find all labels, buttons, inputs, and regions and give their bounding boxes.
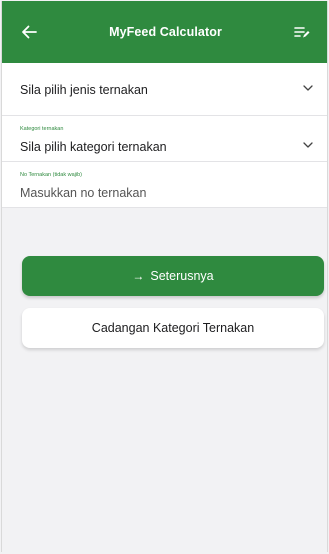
app-bar: MyFeed Calculator (2, 1, 327, 63)
livestock-category-label: Kategori ternakan (20, 126, 64, 132)
livestock-number-label: No Ternakan (tidak wajib) (20, 172, 82, 178)
chevron-down-icon (303, 85, 313, 91)
arrow-right-icon: → (132, 269, 145, 283)
next-button-label: Seterusnya (150, 269, 214, 283)
livestock-type-value: Sila pilih jenis ternakan (20, 83, 148, 97)
chevron-down-icon (303, 142, 313, 148)
livestock-type-dropdown[interactable]: Sila pilih jenis ternakan (2, 63, 327, 116)
livestock-category-value: Sila pilih kategori ternakan (20, 140, 167, 154)
back-button[interactable] (18, 21, 40, 43)
arrow-left-icon (22, 25, 37, 39)
livestock-category-dropdown[interactable]: Kategori ternakan Sila pilih kategori te… (2, 116, 327, 162)
menu-button[interactable] (291, 21, 313, 43)
livestock-number-field[interactable]: No Ternakan (tidak wajib) Masukkan no te… (2, 162, 327, 208)
app-screen: MyFeed Calculator Sila pilih jenis terna… (1, 1, 328, 552)
livestock-number-input[interactable]: Masukkan no ternakan (20, 186, 146, 200)
list-edit-icon (294, 27, 310, 38)
next-button[interactable]: → Seterusnya (22, 256, 324, 296)
app-title: MyFeed Calculator (109, 25, 222, 39)
suggest-category-label: Cadangan Kategori Ternakan (91, 321, 255, 335)
suggest-category-button[interactable]: Cadangan Kategori Ternakan (22, 308, 324, 348)
